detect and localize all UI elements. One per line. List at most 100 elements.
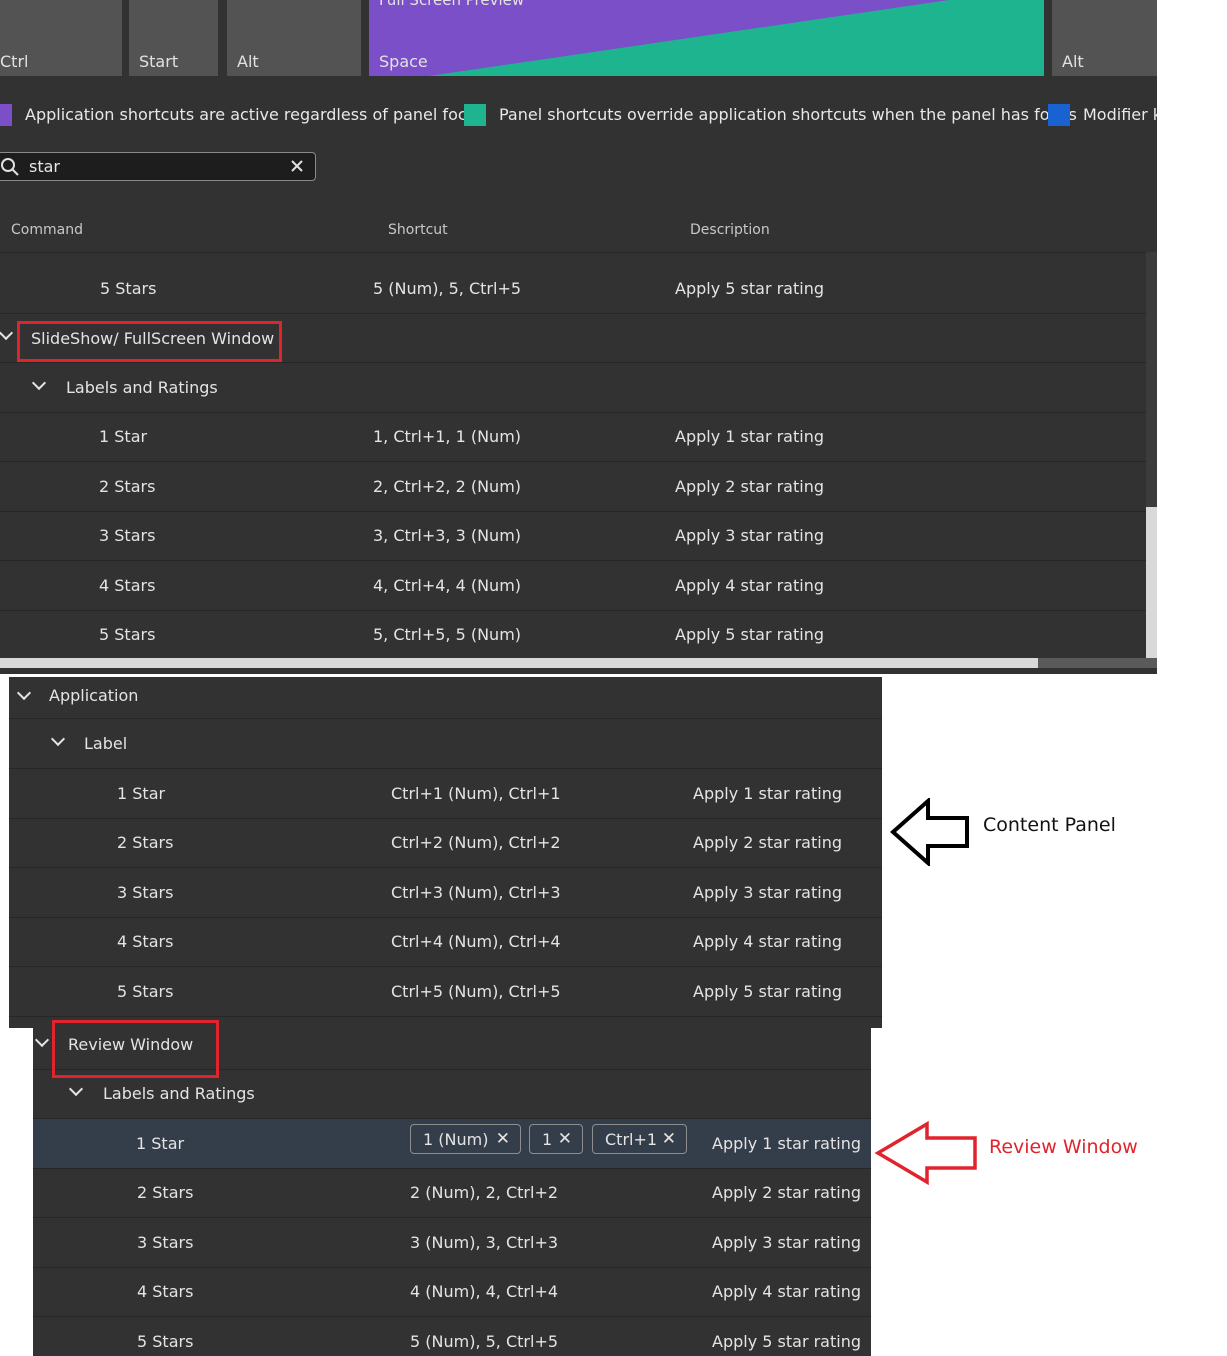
table-row[interactable]: 2 Stars 2 (Num), 2, Ctrl+2 Apply 2 star … bbox=[33, 1168, 871, 1218]
key-alt-left[interactable]: Alt bbox=[227, 0, 361, 76]
chevron-down-icon[interactable] bbox=[16, 685, 32, 701]
shortcut-cell: Ctrl+1 (Num), Ctrl+1 bbox=[391, 784, 561, 803]
description-cell: Apply 4 star rating bbox=[675, 576, 824, 595]
content-panel-shortcuts: Application Label 1 Star Ctrl+1 (Num), C… bbox=[9, 677, 882, 1028]
legend-label: Modifier k bbox=[1083, 105, 1157, 124]
shortcut-cell: 2 (Num), 2, Ctrl+2 bbox=[410, 1183, 559, 1202]
command-cell: 2 Stars bbox=[117, 833, 174, 852]
shortcut-cell: 5, Ctrl+5, 5 (Num) bbox=[373, 625, 522, 644]
command-cell: 3 Stars bbox=[137, 1233, 194, 1252]
shortcut-tag[interactable]: 1 ✕ bbox=[529, 1124, 583, 1154]
key-label: Start bbox=[139, 52, 179, 71]
column-header-command[interactable]: Command bbox=[11, 222, 83, 238]
shortcut-tag[interactable]: Ctrl+1 ✕ bbox=[592, 1124, 687, 1154]
key-label: Space bbox=[379, 52, 428, 71]
group-row-application[interactable]: Application bbox=[9, 677, 882, 719]
description-cell: Apply 5 star rating bbox=[675, 625, 824, 644]
shortcut-cell: 5 (Num), 5, Ctrl+5 bbox=[410, 1332, 559, 1351]
table-row[interactable]: 4 Stars 4 (Num), 4, Ctrl+4 Apply 4 star … bbox=[33, 1267, 871, 1317]
table-row[interactable]: 3 Stars 3, Ctrl+3, 3 (Num) Apply 3 star … bbox=[0, 511, 1146, 561]
command-cell: 2 Stars bbox=[99, 477, 156, 496]
subgroup-row[interactable]: Label bbox=[9, 719, 882, 769]
arrow-left-icon bbox=[890, 798, 969, 866]
table-row[interactable]: 2 Stars Ctrl+2 (Num), Ctrl+2 Apply 2 sta… bbox=[9, 818, 882, 868]
key-command-label: Full Screen Preview bbox=[379, 0, 525, 9]
description-cell: Apply 1 star rating bbox=[675, 427, 824, 446]
table-row[interactable]: 1 Star 1, Ctrl+1, 1 (Num) Apply 1 star r… bbox=[0, 412, 1146, 462]
header-divider bbox=[0, 252, 1146, 253]
description-cell: Apply 5 star rating bbox=[693, 982, 842, 1001]
close-icon[interactable]: ✕ bbox=[662, 1129, 676, 1149]
vertical-scrollbar[interactable] bbox=[1146, 252, 1157, 658]
group-label: Application bbox=[49, 686, 139, 705]
command-cell: 3 Stars bbox=[117, 883, 174, 902]
chevron-down-icon[interactable] bbox=[50, 731, 66, 747]
table-row[interactable]: 4 Stars Ctrl+4 (Num), Ctrl+4 Apply 4 sta… bbox=[9, 917, 882, 967]
description-cell: Apply 4 star rating bbox=[693, 932, 842, 951]
table-row[interactable]: 4 Stars 4, Ctrl+4, 4 (Num) Apply 4 star … bbox=[0, 561, 1146, 611]
shortcut-tag-label: 1 bbox=[542, 1130, 553, 1149]
key-ctrl[interactable]: Ctrl bbox=[0, 0, 122, 76]
horizontal-scroll-thumb[interactable] bbox=[0, 658, 1038, 668]
subgroup-label: Label bbox=[84, 734, 128, 753]
shortcut-assignment-split bbox=[429, 0, 1044, 76]
highlight-box bbox=[17, 321, 282, 362]
column-header-shortcut[interactable]: Shortcut bbox=[388, 222, 448, 238]
description-cell: Apply 1 star rating bbox=[712, 1134, 861, 1153]
legend-swatch-purple bbox=[0, 104, 12, 126]
legend-swatch-green bbox=[464, 104, 486, 126]
vertical-scroll-thumb[interactable] bbox=[1146, 507, 1157, 658]
table-row[interactable]: 5 Stars 5 (Num), 5, Ctrl+5 Apply 5 star … bbox=[0, 264, 1146, 314]
command-cell: 5 Stars bbox=[117, 982, 174, 1001]
shortcut-cell: 3, Ctrl+3, 3 (Num) bbox=[373, 526, 522, 545]
table-row[interactable]: 2 Stars 2, Ctrl+2, 2 (Num) Apply 2 star … bbox=[0, 462, 1146, 512]
shortcut-cell: 4 (Num), 4, Ctrl+4 bbox=[410, 1282, 559, 1301]
command-cell: 1 Star bbox=[99, 427, 148, 446]
key-start[interactable]: Start bbox=[129, 0, 218, 76]
description-cell: Apply 2 star rating bbox=[675, 477, 824, 496]
description-cell: Apply 3 star rating bbox=[675, 526, 824, 545]
keyboard-shortcuts-panel: Ctrl Start Alt Full Screen Preview Space… bbox=[0, 0, 1157, 674]
key-space[interactable]: Full Screen Preview Space bbox=[369, 0, 1044, 76]
table-row[interactable]: 3 Stars 3 (Num), 3, Ctrl+3 Apply 3 star … bbox=[33, 1218, 871, 1268]
shortcut-cell: 1, Ctrl+1, 1 (Num) bbox=[373, 427, 522, 446]
table-row[interactable]: 5 Stars 5, Ctrl+5, 5 (Num) Apply 5 star … bbox=[0, 610, 1146, 660]
command-cell: 5 Stars bbox=[137, 1332, 194, 1351]
shortcut-cell: Ctrl+3 (Num), Ctrl+3 bbox=[391, 883, 561, 902]
command-cell: 3 Stars bbox=[99, 526, 156, 545]
description-cell: Apply 5 star rating bbox=[675, 279, 824, 298]
command-cell: 4 Stars bbox=[137, 1282, 194, 1301]
chevron-down-icon[interactable] bbox=[0, 325, 14, 341]
table-row[interactable]: 1 Star Ctrl+1 (Num), Ctrl+1 Apply 1 star… bbox=[9, 769, 882, 819]
subgroup-row[interactable]: Labels and Ratings bbox=[0, 363, 1146, 413]
command-cell: 1 Star bbox=[136, 1134, 185, 1153]
key-alt-right[interactable]: Alt bbox=[1052, 0, 1157, 76]
description-cell: Apply 2 star rating bbox=[693, 833, 842, 852]
search-input[interactable]: star bbox=[0, 152, 316, 181]
content-panel-annotation: Content Panel bbox=[983, 814, 1116, 836]
command-cell: 1 Star bbox=[117, 784, 166, 803]
table-row[interactable]: 3 Stars Ctrl+3 (Num), Ctrl+3 Apply 3 sta… bbox=[9, 868, 882, 918]
shortcut-tag-label: Ctrl+1 bbox=[605, 1130, 658, 1149]
chevron-down-icon[interactable] bbox=[31, 375, 47, 391]
chevron-down-icon[interactable] bbox=[34, 1032, 50, 1048]
subgroup-label: Labels and Ratings bbox=[103, 1084, 255, 1103]
subgroup-label: Labels and Ratings bbox=[66, 378, 218, 397]
chevron-down-icon[interactable] bbox=[68, 1081, 84, 1097]
table-row-selected[interactable]: 1 Star 1 (Num) ✕ 1 ✕ Ctrl+1 ✕ Apply 1 st… bbox=[33, 1119, 871, 1169]
table-row[interactable]: 5 Stars Ctrl+5 (Num), Ctrl+5 Apply 5 sta… bbox=[9, 967, 882, 1017]
shortcut-cell: 4, Ctrl+4, 4 (Num) bbox=[373, 576, 522, 595]
legend-label: Panel shortcuts override application sho… bbox=[499, 105, 1077, 124]
close-icon[interactable]: ✕ bbox=[558, 1129, 572, 1149]
shortcut-cell: Ctrl+4 (Num), Ctrl+4 bbox=[391, 932, 561, 951]
column-header-description[interactable]: Description bbox=[690, 222, 770, 238]
search-icon bbox=[1, 158, 19, 176]
table-row[interactable]: 5 Stars 5 (Num), 5, Ctrl+5 Apply 5 star … bbox=[33, 1317, 871, 1356]
shortcut-tag[interactable]: 1 (Num) ✕ bbox=[410, 1124, 521, 1154]
command-cell: 4 Stars bbox=[117, 932, 174, 951]
close-icon[interactable]: ✕ bbox=[496, 1129, 510, 1149]
horizontal-scrollbar[interactable] bbox=[0, 658, 1157, 668]
close-icon[interactable] bbox=[291, 160, 303, 172]
key-label: Ctrl bbox=[0, 52, 29, 71]
description-cell: Apply 2 star rating bbox=[712, 1183, 861, 1202]
